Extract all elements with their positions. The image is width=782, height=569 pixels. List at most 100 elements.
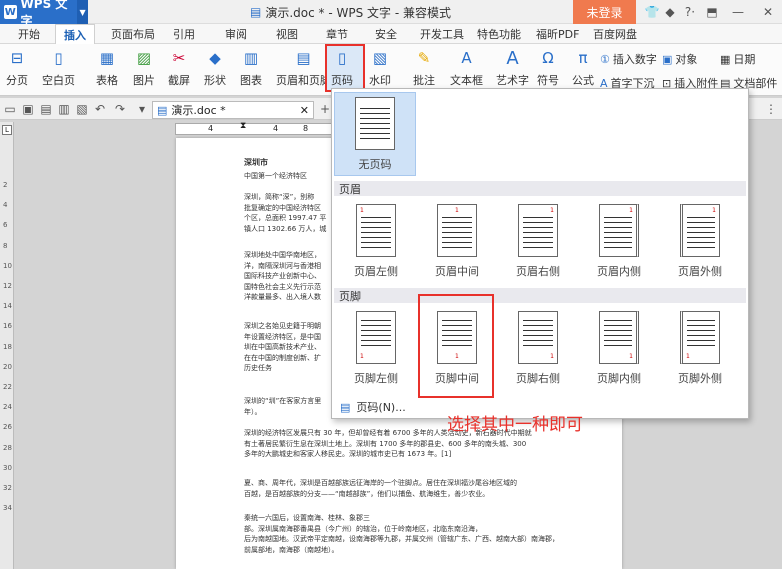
number-icon: ① — [600, 52, 610, 66]
shape-icon: ◆ — [209, 49, 221, 67]
tab-stop-icon[interactable]: L — [2, 125, 12, 135]
object-button[interactable]: ▣ 对象 — [662, 51, 697, 67]
header-inside-option[interactable]: 1 页眉内侧 — [589, 204, 649, 279]
doc-paragraph: 秦统一六国后，设置南海、桂林、象郡三 部。深圳属南海郡番禺县（今广州）的辖治，位… — [244, 514, 559, 554]
footer-section-label: 页脚 — [334, 288, 746, 303]
export-pdf-icon[interactable]: ▤ — [38, 101, 54, 117]
symbol-button[interactable]: Ω 符号 — [537, 47, 559, 88]
table-icon: ▦ — [99, 49, 115, 67]
gear-icon[interactable]: ◆ — [662, 4, 678, 20]
open-folder-icon[interactable]: ▭ — [2, 101, 18, 117]
footer-options-row: 1 页脚左侧 1 页脚中间 1 页脚右侧 1 页脚内侧 1 页脚外侧 — [346, 311, 730, 386]
tab-developer[interactable]: 开发工具 — [417, 24, 467, 44]
restore-icon[interactable]: ⬒ — [704, 4, 720, 20]
chart-button[interactable]: ▥ 图表 — [240, 47, 262, 88]
header-left-option[interactable]: 1 页眉左侧 — [346, 204, 406, 279]
chevron-down-icon[interactable]: ▾ — [134, 101, 150, 117]
chart-icon: ▥ — [243, 49, 259, 67]
print-preview-icon[interactable]: ▧ — [74, 101, 90, 117]
no-page-number-option[interactable]: 无页码 — [345, 97, 405, 172]
header-center-option[interactable]: 1 页眉中间 — [427, 204, 487, 279]
scissors-icon: ✂ — [172, 49, 186, 67]
document-tab-label: 演示.doc * — [171, 104, 226, 117]
footer-left-option[interactable]: 1 页脚左侧 — [346, 311, 406, 386]
page-number-button-content[interactable]: ▯ 页码 — [331, 47, 353, 88]
page-number-settings-link[interactable]: ▤ 页码(N)... — [340, 399, 406, 415]
pi-icon: π — [578, 49, 588, 67]
page-number-icon: ▤ — [340, 400, 351, 414]
formula-button[interactable]: π 公式 — [572, 47, 594, 88]
document-icon: ▤ — [250, 5, 262, 19]
chevron-down-icon[interactable]: ▼ — [77, 0, 88, 24]
save-icon[interactable]: ▣ — [20, 101, 36, 117]
indent-marker-icon[interactable]: ⧗ — [240, 121, 246, 131]
page-break-icon: ⊟ — [10, 49, 24, 67]
footer-center-highlight-box — [418, 294, 494, 398]
shape-button[interactable]: ◆ 形状 — [204, 47, 226, 88]
tab-chapter[interactable]: 章节 — [323, 24, 351, 44]
header-right-option[interactable]: 1 页眉右侧 — [508, 204, 568, 279]
header-options-row: 1 页眉左侧 1 页眉中间 1 页眉右侧 1 页眉内侧 1 页眉外侧 — [346, 204, 730, 279]
tab-baidu-netdisk[interactable]: 百度网盘 — [590, 24, 640, 44]
ruler-tick: 8 — [303, 124, 309, 133]
app-menu-button[interactable]: W WPS 文字 ▼ — [0, 0, 88, 28]
footer-right-option[interactable]: 1 页脚右侧 — [508, 311, 568, 386]
minimize-icon[interactable]: — — [730, 4, 746, 20]
tab-review[interactable]: 审阅 — [222, 24, 250, 44]
footer-inside-option[interactable]: 1 页脚内侧 — [589, 311, 649, 386]
header-outside-option[interactable]: 1 页眉外侧 — [670, 204, 730, 279]
shirt-icon[interactable]: 👕 — [644, 4, 660, 20]
picture-button[interactable]: ▨ 图片 — [133, 47, 155, 88]
watermark-icon: ▧ — [372, 49, 388, 67]
calendar-icon: ▦ — [720, 52, 731, 66]
picture-icon: ▨ — [136, 49, 152, 67]
omega-icon: Ω — [542, 49, 554, 67]
wordart-button[interactable]: A 艺术字 — [496, 47, 529, 88]
table-button[interactable]: ▦ 表格 — [96, 47, 118, 88]
comment-button[interactable]: ✎ 批注 — [413, 47, 435, 88]
header-footer-button[interactable]: ▤ 页眉和页脚 — [276, 47, 331, 88]
vertical-ruler-ticks: 2 4 6 8 10 12 14 16 18 20 22 24 26 28 30 32 34 — [3, 181, 12, 513]
tab-home[interactable]: 开始 — [15, 24, 43, 44]
horizontal-ruler — [175, 123, 339, 135]
doc-paragraph: 夏、商、周年代，深圳是百越部族远征海岸的一个驻脚点。居住在深圳福沙尾谷地区域的 … — [244, 479, 517, 498]
footer-outside-option[interactable]: 1 页脚外侧 — [670, 311, 730, 386]
window-title: ▤ 演示.doc * - WPS 文字 - 兼容模式 — [250, 0, 510, 24]
tab-references[interactable]: 引用 — [170, 24, 198, 44]
menu-icon[interactable]: ⋮ — [763, 101, 779, 117]
print-icon[interactable]: ▥ — [56, 101, 72, 117]
ruler-tick: 4 — [208, 124, 214, 133]
tab-page-layout[interactable]: 页面布局 — [108, 24, 158, 44]
wps-logo-icon: W — [4, 5, 17, 19]
insert-number-button[interactable]: ① 插入数字 — [600, 51, 657, 67]
object-icon: ▣ — [662, 52, 673, 66]
undo-icon[interactable]: ↶ — [92, 101, 108, 117]
screenshot-button[interactable]: ✂ 截屏 — [168, 47, 190, 88]
document-icon: ▤ — [157, 103, 168, 117]
annotation-text: 选择其中一种即可 — [447, 415, 583, 435]
close-tab-icon[interactable]: ✕ — [300, 104, 309, 117]
comment-icon: ✎ — [417, 49, 431, 67]
tab-insert[interactable]: 插入 — [55, 24, 95, 44]
textbox-button[interactable]: A 文本框 — [450, 47, 483, 88]
watermark-button[interactable]: ▧ 水印 — [369, 47, 391, 88]
login-button[interactable]: 未登录 — [573, 0, 636, 24]
blank-page-button[interactable]: ▯ 空白页 — [42, 47, 75, 88]
page-break-button[interactable]: ⊟ 分页 — [6, 47, 28, 88]
header-section-label: 页眉 — [334, 181, 746, 196]
document-tab[interactable]: ▤ 演示.doc * ✕ — [152, 101, 314, 119]
tab-view[interactable]: 视图 — [273, 24, 301, 44]
close-icon[interactable]: ✕ — [760, 4, 776, 20]
tab-features[interactable]: 特色功能 — [474, 24, 524, 44]
tab-foxit-pdf[interactable]: 福昕PDF — [533, 24, 582, 44]
header-footer-icon: ▤ — [296, 49, 311, 67]
page-number-icon: ▯ — [337, 49, 347, 67]
date-button[interactable]: ▦ 日期 — [720, 51, 755, 67]
redo-icon[interactable]: ↷ — [112, 101, 128, 117]
textbox-icon: A — [461, 49, 472, 67]
tab-security[interactable]: 安全 — [372, 24, 400, 44]
blank-page-icon: ▯ — [54, 49, 63, 67]
ruler-tick: 4 — [273, 124, 279, 133]
window-title-text: 演示.doc * - WPS 文字 - 兼容模式 — [265, 5, 451, 20]
help-icon[interactable]: ?· — [680, 4, 700, 20]
